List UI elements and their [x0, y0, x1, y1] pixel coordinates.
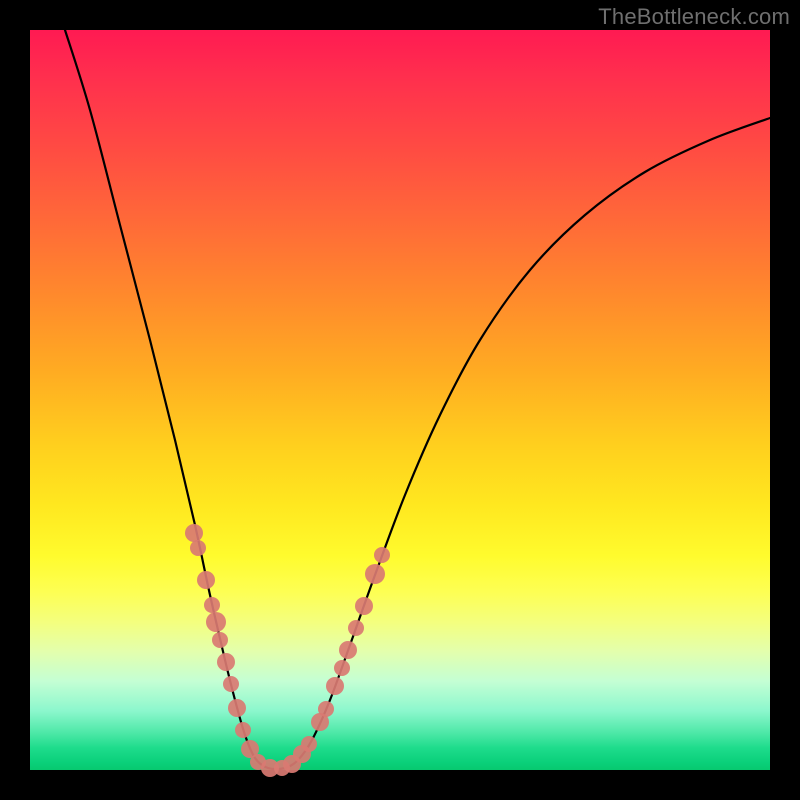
- curve-marker: [204, 597, 220, 613]
- curve-marker: [223, 676, 239, 692]
- curve-marker: [206, 612, 226, 632]
- bottleneck-curve: [65, 30, 770, 769]
- curve-marker: [355, 597, 373, 615]
- curve-marker: [228, 699, 246, 717]
- curve-marker: [374, 547, 390, 563]
- curve-marker: [348, 620, 364, 636]
- curve-marker: [334, 660, 350, 676]
- curve-marker: [235, 722, 251, 738]
- chart-frame: TheBottleneck.com: [0, 0, 800, 800]
- curve-marker: [326, 677, 344, 695]
- curve-marker: [301, 736, 317, 752]
- watermark-text: TheBottleneck.com: [598, 4, 790, 30]
- curve-marker: [212, 632, 228, 648]
- curve-marker: [197, 571, 215, 589]
- curve-marker: [185, 524, 203, 542]
- curve-marker: [365, 564, 385, 584]
- curve-marker: [217, 653, 235, 671]
- curve-layer: [30, 30, 770, 770]
- plot-area: [30, 30, 770, 770]
- curve-marker: [339, 641, 357, 659]
- curve-marker: [318, 701, 334, 717]
- curve-marker: [190, 540, 206, 556]
- curve-markers: [185, 524, 390, 777]
